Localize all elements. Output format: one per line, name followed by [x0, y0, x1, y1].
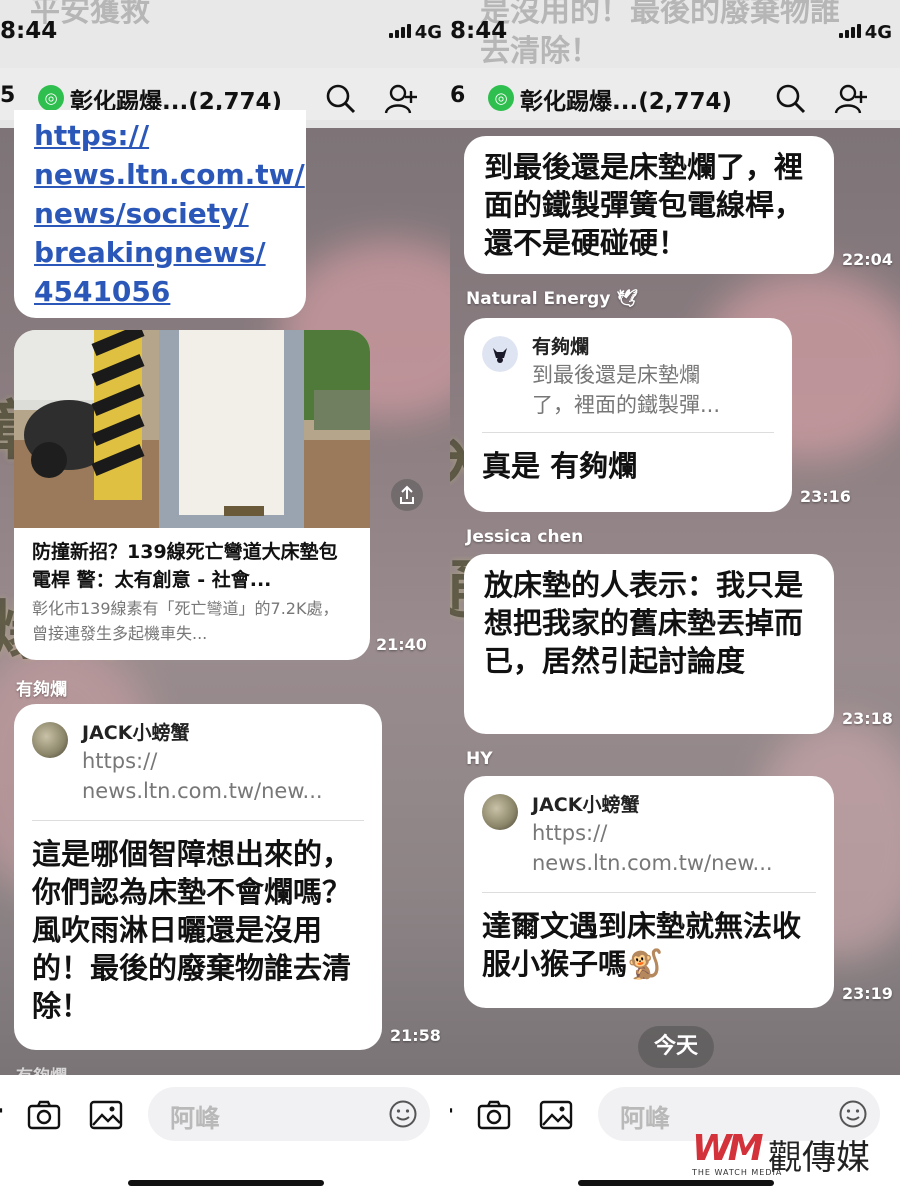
- emoji-icon[interactable]: [838, 1099, 868, 1129]
- status-bar: 平安獲救 8:44 4G: [0, 0, 450, 68]
- reply-sender-name: 有夠爛: [532, 336, 590, 358]
- image-icon[interactable]: [88, 1097, 124, 1133]
- more-indicator: ·: [450, 1099, 454, 1124]
- reply-snippet-line: news.ltn.com.tw/new...: [532, 851, 773, 875]
- signal-icon: [388, 24, 411, 38]
- group-icon: ◎: [488, 85, 514, 111]
- reply-message-bubble: 有夠爛 到最後還是床墊爛 了，裡面的鐵製彈... 真是 有夠爛: [464, 318, 792, 512]
- link-line: 4541056: [34, 275, 171, 308]
- reply-message-bubble: JACK小螃蟹 https:// news.ltn.com.tw/new... …: [464, 776, 834, 1008]
- quoted-reply[interactable]: 有夠爛 到最後還是床墊爛 了，裡面的鐵製彈...: [482, 334, 774, 433]
- link-line: breakingnews/: [34, 236, 266, 269]
- back-unread-count[interactable]: 5: [0, 83, 15, 108]
- watermark-logo: WM: [692, 1128, 764, 1169]
- preview-image: [14, 330, 370, 528]
- message-text: 達爾文遇到床墊就無法收服小猴子嗎🐒: [482, 909, 802, 981]
- preview-title: 防撞新招？139線死亡彎道大床墊包電桿 警：太有創意 - 社會...: [32, 541, 338, 591]
- link-preview-card[interactable]: 防撞新招？139線死亡彎道大床墊包電桿 警：太有創意 - 社會... 彰化市13…: [14, 330, 370, 660]
- search-icon[interactable]: [324, 82, 358, 116]
- reply-snippet-line: https://: [82, 749, 158, 773]
- sender-name: Jessica chen: [466, 527, 584, 547]
- message-time: 23:16: [800, 487, 851, 506]
- message-input[interactable]: 阿峰: [148, 1087, 430, 1141]
- chat-header: 6 ◎ 彰化踢爆...(2,774): [450, 68, 900, 128]
- back-unread-count[interactable]: 6: [450, 83, 465, 108]
- message-text: 真是 有夠爛: [482, 449, 638, 483]
- network-status: 4G: [838, 22, 892, 43]
- avatar: [482, 794, 518, 830]
- add-friend-icon[interactable]: [834, 82, 868, 116]
- sender-name: Natural Energy 🕊: [466, 289, 638, 309]
- status-time: 8:44: [450, 18, 508, 44]
- message-link[interactable]: https:// news.ltn.com.tw/ news/society/ …: [34, 116, 305, 311]
- avatar: [32, 722, 68, 758]
- input-placeholder: 阿峰: [170, 1104, 221, 1133]
- watermark-brand: 觀傳媒: [768, 1138, 870, 1178]
- sender-name: 有夠爛: [16, 680, 67, 700]
- watermark-subtitle: THE WATCH MEDIA: [692, 1168, 783, 1177]
- link-line: https://: [34, 119, 150, 152]
- avatar: [482, 336, 518, 372]
- watermark: WM 觀傳媒 THE WATCH MEDIA: [692, 1126, 882, 1178]
- message-text: 這是哪個智障想出來的，你們認為床墊不會爛嗎？風吹雨淋日曬還是沒用的！最後的廢棄物…: [32, 837, 352, 1023]
- ghost-message-text: 是沒用的！最後的廢棄物誰去清除！: [480, 0, 840, 69]
- quoted-reply[interactable]: JACK小螃蟹 https:// news.ltn.com.tw/new...: [482, 792, 816, 893]
- input-placeholder: 阿峰: [620, 1104, 671, 1133]
- add-friend-icon[interactable]: [384, 82, 418, 116]
- reply-sender-name: JACK小螃蟹: [82, 722, 190, 744]
- preview-description: 彰化市139線素有「死亡彎道」的7.2K處，曾接連發生多起機車失...: [32, 599, 339, 643]
- message-text: 到最後還是床墊爛了，裡面的鐵製彈簧包電線桿，還不是硬碰硬！: [484, 150, 804, 260]
- reply-snippet-line: https://: [532, 821, 608, 845]
- message-time: 21:58: [390, 1026, 441, 1045]
- chat-screen-right: 內大 通通上來 是沒用的！最後的廢棄物誰去清除！ 8:44 4G 6 ◎ 彰化踢…: [450, 0, 900, 1200]
- network-type: 4G: [864, 22, 892, 43]
- reply-sender-name: JACK小螃蟹: [532, 794, 640, 816]
- emoji-icon[interactable]: [388, 1099, 418, 1129]
- sender-name: HY: [466, 749, 493, 769]
- link-message-bubble: https:// news.ltn.com.tw/ news/society/ …: [14, 110, 306, 318]
- status-bar: 是沒用的！最後的廢棄物誰去清除！ 8:44 4G: [450, 0, 900, 69]
- home-indicator: [578, 1180, 774, 1186]
- message-bubble: 放床墊的人表示：我只是想把我家的舊床墊丟掉而已，居然引起討論度: [464, 554, 834, 734]
- message-text: 放床墊的人表示：我只是想把我家的舊床墊丟掉而已，居然引起討論度: [484, 568, 804, 678]
- reply-snippet-line: 到最後還是床墊爛: [532, 363, 700, 387]
- message-time: 23:19: [842, 984, 893, 1003]
- quoted-reply[interactable]: JACK小螃蟹 https:// news.ltn.com.tw/new...: [32, 720, 364, 821]
- message-time: 21:40: [376, 635, 427, 654]
- group-name[interactable]: 彰化踢爆...(2,774): [520, 82, 732, 116]
- network-type: 4G: [414, 22, 442, 43]
- home-indicator: [128, 1180, 324, 1186]
- signal-icon: [838, 24, 861, 38]
- share-icon[interactable]: [390, 478, 424, 512]
- date-separator: 今天: [638, 1026, 714, 1068]
- link-line: news/society/: [34, 197, 249, 230]
- link-line: news.ltn.com.tw/: [34, 158, 305, 191]
- reply-snippet-line: news.ltn.com.tw/new...: [82, 779, 323, 803]
- group-icon: ◎: [38, 85, 64, 111]
- camera-icon[interactable]: [26, 1097, 62, 1133]
- camera-icon[interactable]: [476, 1097, 512, 1133]
- status-time: 8:44: [0, 18, 58, 44]
- more-indicator: ·: [0, 1099, 4, 1124]
- search-icon[interactable]: [774, 82, 808, 116]
- message-time: 22:04: [842, 250, 893, 269]
- network-status: 4G: [388, 22, 442, 43]
- image-icon[interactable]: [538, 1097, 574, 1133]
- reply-message-bubble: JACK小螃蟹 https:// news.ltn.com.tw/new... …: [14, 704, 382, 1050]
- chat-screen-left: 彰化大 爆料 平安獲救 8:44 4G 5 ◎ 彰化踢爆...(2,774) h…: [0, 0, 450, 1200]
- reply-snippet-line: 了，裡面的鐵製彈...: [532, 393, 721, 417]
- message-bubble: 到最後還是床墊爛了，裡面的鐵製彈簧包電線桿，還不是硬碰硬！: [464, 136, 834, 274]
- message-time: 23:18: [842, 709, 893, 728]
